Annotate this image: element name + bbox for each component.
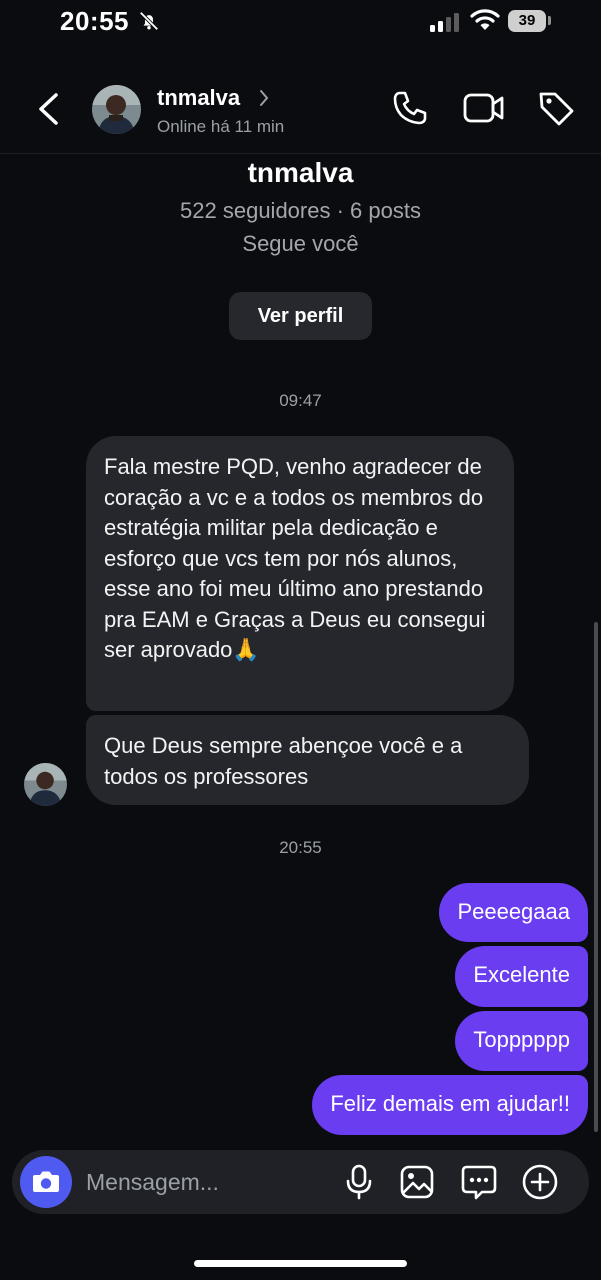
incoming-message[interactable]: Que Deus sempre abençoe você e a todos o…	[86, 715, 529, 805]
header-username[interactable]: tnmalva	[157, 85, 240, 111]
profile-stats: 522 seguidores · 6 posts	[180, 198, 421, 223]
battery-level: 39	[518, 12, 536, 29]
camera-button[interactable]	[20, 1156, 72, 1208]
message-input[interactable]	[86, 1166, 326, 1198]
signal-icon	[430, 13, 459, 32]
microphone-icon[interactable]	[339, 1162, 379, 1202]
message-timestamp: 09:47	[279, 391, 322, 410]
outgoing-message[interactable]: Excelente	[455, 946, 588, 1007]
avatar[interactable]	[92, 85, 141, 134]
tag-icon[interactable]	[536, 88, 576, 128]
gallery-icon[interactable]	[397, 1162, 437, 1202]
status-time: 20:55	[60, 6, 129, 36]
sender-avatar[interactable]	[24, 763, 67, 806]
message-timestamp: 20:55	[279, 838, 322, 857]
camera-icon	[33, 1171, 59, 1192]
battery-indicator: 39	[508, 10, 546, 32]
wifi-icon	[470, 9, 500, 30]
online-status: Online há 11 min	[157, 117, 285, 136]
outgoing-message[interactable]: Topppppp	[455, 1011, 588, 1071]
plus-icon[interactable]	[520, 1162, 560, 1202]
bell-slash-icon	[139, 11, 159, 31]
scrollbar[interactable]	[594, 622, 598, 1132]
incoming-message[interactable]: Fala mestre PQD, venho agradecer de cora…	[86, 436, 514, 711]
back-icon[interactable]	[36, 92, 62, 126]
outgoing-message[interactable]: Feliz demais em ajudar!!	[312, 1075, 588, 1135]
phone-icon[interactable]	[390, 88, 430, 128]
view-profile-button[interactable]: Ver perfil	[229, 292, 372, 340]
home-indicator	[194, 1260, 407, 1267]
profile-name: tnmalva	[247, 157, 354, 188]
chevron-right-icon[interactable]	[258, 88, 270, 108]
video-icon[interactable]	[462, 88, 506, 128]
follow-status: Segue você	[242, 231, 359, 256]
outgoing-message[interactable]: Peeeegaaa	[439, 883, 588, 942]
battery-tip	[548, 16, 551, 25]
header-divider	[0, 153, 601, 154]
sticker-icon[interactable]	[459, 1162, 499, 1202]
